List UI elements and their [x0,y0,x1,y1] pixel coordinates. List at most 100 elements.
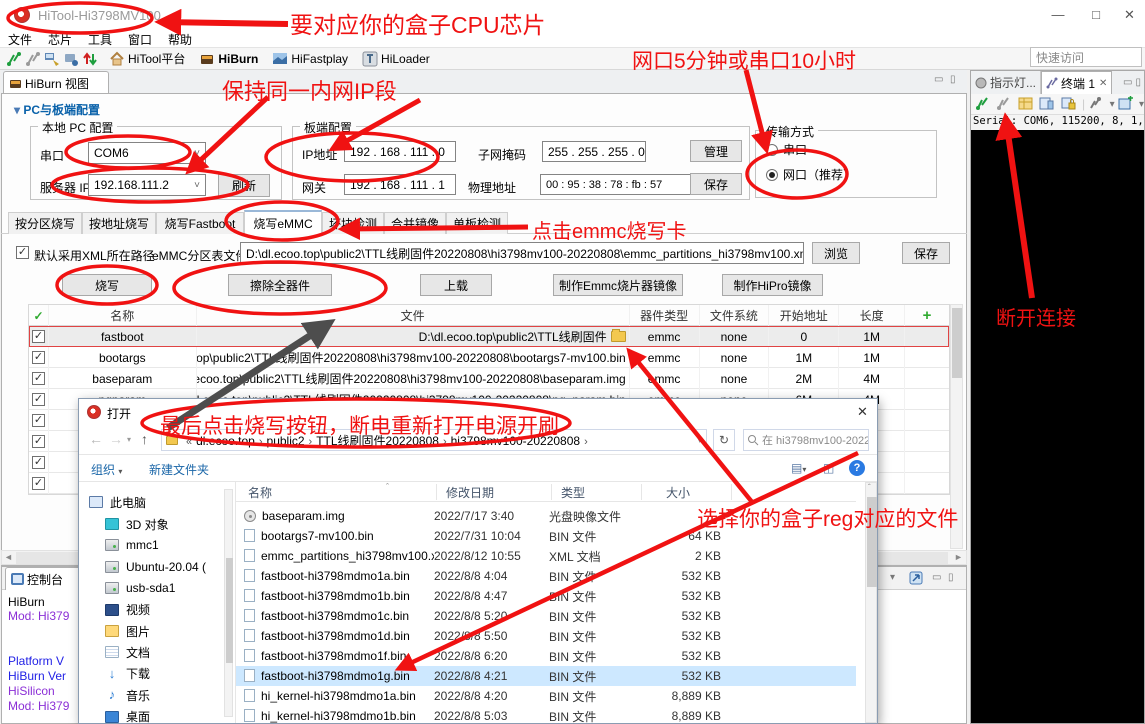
sidebar-item-video[interactable]: 视频 [105,600,150,620]
chip-icon[interactable] [199,51,215,67]
view-minimize-icon[interactable]: ▭ [934,74,943,85]
row-checkbox[interactable]: ✓ [32,477,45,490]
sidebar-item-desktop[interactable]: 桌面 [105,707,150,723]
tab-indicator-lights[interactable]: 指示灯... [971,71,1041,94]
col-length[interactable]: 长度 [839,305,905,326]
col-file[interactable]: 文件 [197,305,630,326]
tab-burn-by-partition[interactable]: 按分区烧写 [8,212,82,234]
dialog-close-icon[interactable]: ✕ [857,404,868,420]
erase-all-button[interactable]: 擦除全器件 [228,274,332,296]
tab-board-check[interactable]: 单板检测 [446,212,508,234]
tab-terminal-1[interactable]: 终端 1 ✕ [1041,71,1112,94]
launcher-hifastplay[interactable]: HiFastplay [291,52,348,66]
row-checkbox[interactable]: ✓ [32,393,45,406]
terminal-settings-caret-icon[interactable]: ▾ [1110,99,1115,110]
config-icon[interactable] [44,51,60,67]
file-row[interactable]: fastboot-hi3798mdmo1d.bin 2022/8/8 5:50 … [236,626,856,646]
check-all-icon[interactable]: ✓ [29,305,49,326]
view-mode-icon[interactable]: ▤▾ [791,461,806,475]
section-pc-board-config[interactable]: ▾ PC与板端配置 [14,101,100,118]
sidebar-item-drive[interactable]: usb-sda1 [105,578,175,598]
xml-save-button[interactable]: 保存 [902,242,950,264]
sidebar-item-3d-objects[interactable]: 3D 对象 [105,514,169,534]
row-checkbox[interactable]: ✓ [32,330,45,343]
tab-merge-image[interactable]: 合并镜像 [384,212,446,234]
board-save-button[interactable]: 保存 [690,173,742,195]
search-input[interactable]: 在 hi3798mv100-2022080... [743,429,869,451]
sidebar-item-drive[interactable]: mmc1 [105,535,159,555]
col-device[interactable]: 器件类型 [630,305,700,326]
col-name[interactable]: 名称 [49,305,197,326]
file-row[interactable]: fastboot-hi3798mdmo1c.bin 2022/8/8 5:20 … [236,606,856,626]
sidebar-scrollbar[interactable] [224,489,233,717]
file-row[interactable]: hi_kernel-hi3798mdmo1a.bin 2022/8/8 4:20… [236,686,856,706]
panel-maximize-icon[interactable]: ▯ [1135,77,1141,88]
file-col-size[interactable]: 大小 [666,484,690,501]
refresh-icon[interactable]: ↻ [713,429,735,451]
sidebar-item-downloads[interactable]: ↓下载 [105,664,150,684]
row-checkbox[interactable]: ✓ [32,414,45,427]
open-console-icon[interactable] [908,570,924,586]
terminal-clear-icon[interactable] [1018,96,1033,112]
scroll-left-icon[interactable]: ◄ [4,552,13,562]
breadcrumb-caret-icon[interactable]: ▾ [697,435,706,446]
browse-button[interactable]: 浏览 [812,242,860,264]
console-minimize-icon[interactable]: ▭ [932,572,941,583]
partition-table-path-input[interactable]: D:\dl.ecoo.top\public2\TTL线刷固件20220808\h… [240,242,804,264]
menu-chip[interactable]: 芯片 [48,31,72,48]
row-checkbox[interactable]: ✓ [32,435,45,448]
serial-port-select[interactable]: COM6 [88,142,206,164]
partition-row[interactable]: ✓ fastboot D:\dl.ecoo.top\public2\TTL线刷固… [29,326,949,347]
terminal-new-caret-icon[interactable]: ▾ [1139,99,1144,110]
home-icon[interactable] [109,51,125,67]
sidebar-item-drive[interactable]: Ubuntu-20.04 ( [105,557,206,577]
console-maximize-icon[interactable]: ▯ [948,572,954,583]
col-filesystem[interactable]: 文件系统 [700,305,770,326]
sidebar-item-pictures[interactable]: 图片 [105,621,150,641]
tab-hiburn-view[interactable]: HiBurn 视图 [3,71,109,94]
panel-minimize-icon[interactable]: ▭ [1123,77,1132,88]
make-hipro-image-button[interactable]: 制作HiPro镜像 [722,274,823,296]
server-ip-select[interactable]: 192.168.111.2 [88,174,206,196]
close-terminal-icon[interactable]: ✕ [1099,78,1107,89]
menu-tools[interactable]: 工具 [88,31,112,48]
menu-help[interactable]: 帮助 [168,31,192,48]
terminal-columns-icon[interactable] [1039,96,1054,112]
gateway-input[interactable]: 192 . 168 . 111 . 1 [344,174,456,195]
file-col-name[interactable]: 名称 [248,484,272,501]
loader-icon[interactable] [362,51,378,67]
nav-back-icon[interactable]: ← [89,431,103,447]
terminal-lock-icon[interactable] [1061,96,1076,112]
subnet-mask-input[interactable]: 255 . 255 . 255 . 0 [542,141,646,162]
file-row[interactable]: emmc_partitions_hi3798mv100.xml 2022/8/1… [236,546,856,566]
upload-button[interactable]: 上载 [420,274,492,296]
nav-forward-icon[interactable]: → [109,431,123,447]
terminal-new-icon[interactable] [1118,96,1133,112]
partition-row[interactable]: ✓ bootargs D:\dl.ecoo.top\public2\TTL线刷固… [29,347,949,368]
view-maximize-icon[interactable]: ▯ [950,74,956,85]
organize-button[interactable]: 组织 ▾ [91,461,122,478]
new-folder-button[interactable]: 新建文件夹 [149,461,209,478]
col-start[interactable]: 开始地址 [769,305,839,326]
burn-button[interactable]: 烧写 [62,274,152,296]
tab-console[interactable]: 控制台 [5,567,81,590]
terminal-connect-icon[interactable] [975,96,990,112]
tab-burn-by-address[interactable]: 按地址烧写 [82,212,156,234]
partition-row[interactable]: ✓ baseparam D:\dl.ecoo.top\public2\TTL线刷… [29,368,949,389]
file-row[interactable]: fastboot-hi3798mdmo1g.bin 2022/8/8 4:21 … [236,666,856,686]
minimize-button[interactable]: — [1040,0,1076,30]
row-checkbox[interactable]: ✓ [32,351,45,364]
radio-network[interactable]: 网口（推荐） [766,166,855,183]
pick-file-icon[interactable] [611,331,626,342]
file-row[interactable]: fastboot-hi3798mdmo1a.bin 2022/8/8 4:04 … [236,566,856,586]
tab-bad-block-check[interactable]: 坏块检测 [322,212,384,234]
close-button[interactable]: ✕ [1114,0,1145,30]
file-col-type[interactable]: 类型 [561,484,585,501]
file-col-date[interactable]: 修改日期 [446,484,494,501]
transfer-icon[interactable] [82,51,98,67]
launcher-hiloader[interactable]: HiLoader [381,52,430,66]
file-row[interactable]: hi_kernel-hi3798mdmo1b.bin 2022/8/8 5:03… [236,706,856,723]
sidebar-item-music[interactable]: ♪音乐 [105,685,150,705]
file-row[interactable]: fastboot-hi3798mdmo1b.bin 2022/8/8 4:47 … [236,586,856,606]
terminal-screen[interactable] [971,130,1144,723]
